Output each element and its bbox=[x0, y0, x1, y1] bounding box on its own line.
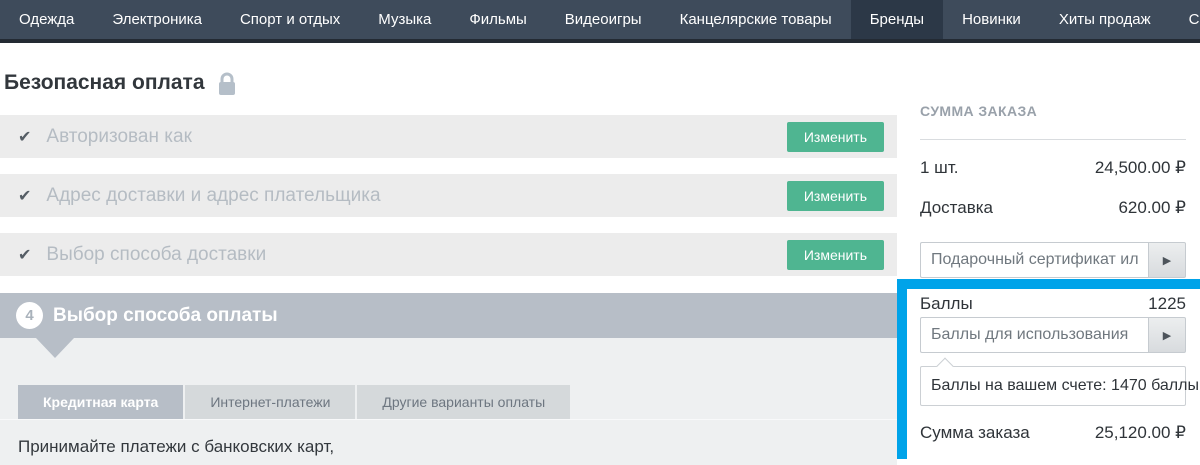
points-to-use-group: ▶ bbox=[920, 317, 1186, 353]
nav-item-music[interactable]: Музыка bbox=[359, 0, 450, 39]
nav-item-movies[interactable]: Фильмы bbox=[450, 0, 545, 39]
check-icon: ✔ bbox=[18, 186, 31, 206]
summary-divider bbox=[920, 139, 1186, 140]
nav-item-stationery[interactable]: Канцелярские товары bbox=[661, 0, 851, 39]
change-address-button[interactable]: Изменить bbox=[787, 181, 884, 211]
change-delivery-button[interactable]: Изменить bbox=[787, 240, 884, 270]
order-summary-title: СУММА ЗАКАЗА bbox=[920, 103, 1037, 119]
total-value: 25,120.00 ₽ bbox=[1095, 423, 1186, 443]
gift-certificate-input[interactable] bbox=[920, 242, 1148, 278]
arrow-right-icon: ▶ bbox=[1163, 329, 1171, 342]
step-row-authorized: ✔ Авторизован как Изменить bbox=[0, 115, 897, 158]
secure-checkout-page: Одежда Электроника Спорт и отдых Музыка … bbox=[0, 0, 1200, 465]
points-balance-tooltip: Баллы на вашем счете: 1470 баллы. bbox=[920, 366, 1186, 406]
payment-tab-text: Принимайте платежи с банковских карт, bbox=[18, 437, 334, 457]
gift-certificate-group: ▶ bbox=[920, 242, 1186, 278]
delivery-value: 620.00 ₽ bbox=[1118, 198, 1186, 218]
step-header-payment-method: 4 Выбор способа оплаты bbox=[0, 293, 897, 338]
summary-row-total: Сумма заказа 25,120.00 ₽ bbox=[920, 423, 1186, 443]
highlight-border-left bbox=[897, 279, 907, 459]
tooltip-caret bbox=[937, 358, 954, 375]
nav-item-videogames[interactable]: Видеоигры bbox=[546, 0, 661, 39]
nav-item-sports[interactable]: Спорт и отдых bbox=[221, 0, 359, 39]
tab-internet-payments[interactable]: Интернет-платежи bbox=[185, 385, 355, 419]
check-icon: ✔ bbox=[18, 127, 31, 147]
summary-row-points: Баллы 1225 bbox=[920, 294, 1186, 314]
lock-icon bbox=[217, 72, 237, 96]
apply-gift-certificate-button[interactable]: ▶ bbox=[1148, 242, 1186, 278]
total-label: Сумма заказа bbox=[920, 423, 1030, 443]
highlight-border-top bbox=[897, 279, 1200, 289]
step-label: Выбор способа доставки bbox=[46, 244, 786, 266]
points-value: 1225 bbox=[1148, 294, 1186, 314]
nav-item-clothing[interactable]: Одежда bbox=[0, 0, 93, 39]
quantity-value: 24,500.00 ₽ bbox=[1095, 158, 1186, 178]
summary-row-quantity: 1 шт. 24,500.00 ₽ bbox=[920, 158, 1186, 178]
page-title-row: Безопасная оплата bbox=[4, 70, 237, 96]
step-row-delivery: ✔ Выбор способа доставки Изменить bbox=[0, 233, 897, 276]
change-authorized-button[interactable]: Изменить bbox=[787, 122, 884, 152]
payment-method-panel: Кредитная карта Интернет-платежи Другие … bbox=[0, 338, 897, 465]
payment-tabs: Кредитная карта Интернет-платежи Другие … bbox=[18, 385, 570, 419]
page-title: Безопасная оплата bbox=[4, 71, 205, 95]
summary-row-delivery: Доставка 620.00 ₽ bbox=[920, 198, 1186, 218]
tab-underline bbox=[0, 419, 897, 420]
step-number-badge: 4 bbox=[16, 302, 43, 329]
nav-item-electronics[interactable]: Электроника bbox=[93, 0, 221, 39]
points-label: Баллы bbox=[920, 294, 973, 314]
tab-other-payment-options[interactable]: Другие варианты оплаты bbox=[357, 385, 570, 419]
check-icon: ✔ bbox=[18, 245, 31, 265]
step-label: Авторизован как bbox=[46, 126, 786, 148]
tab-credit-card[interactable]: Кредитная карта bbox=[18, 385, 183, 419]
arrow-right-icon: ▶ bbox=[1163, 254, 1171, 267]
step-label: Адрес доставки и адрес плательщика bbox=[46, 185, 786, 207]
step-row-address: ✔ Адрес доставки и адрес плательщика Изм… bbox=[0, 174, 897, 217]
step-header-pointer bbox=[36, 338, 74, 358]
points-to-use-input[interactable] bbox=[920, 317, 1148, 353]
apply-points-button[interactable]: ▶ bbox=[1148, 317, 1186, 353]
order-summary-sidebar: СУММА ЗАКАЗА 1 шт. 24,500.00 ₽ Доставка … bbox=[920, 0, 1186, 465]
delivery-label: Доставка bbox=[920, 198, 993, 218]
step-header-label: Выбор способа оплаты bbox=[53, 305, 278, 327]
points-balance-text: Баллы на вашем счете: 1470 баллы. bbox=[931, 377, 1200, 394]
quantity-label: 1 шт. bbox=[920, 158, 958, 178]
